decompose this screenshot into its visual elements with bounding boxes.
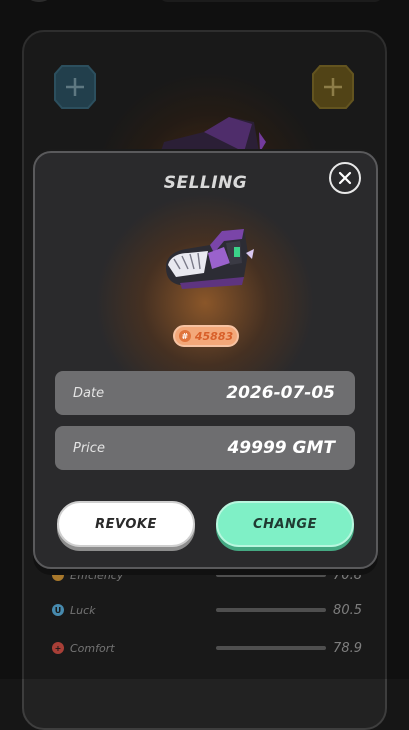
price-field: Price 49999 GMT <box>55 426 355 470</box>
close-button[interactable] <box>329 162 361 194</box>
close-icon <box>338 171 352 185</box>
token-id-badge: # 45883 <box>173 325 239 347</box>
date-label: Date <box>73 385 105 401</box>
revoke-button[interactable]: REVOKE <box>57 501 195 547</box>
price-value: 49999 GMT <box>227 438 335 458</box>
change-button[interactable]: CHANGE <box>216 501 354 547</box>
sneaker-image <box>166 229 254 289</box>
date-field: Date 2026-07-05 <box>55 371 355 415</box>
selling-modal: SELLING # 45883 Date 2026-07-05 Price 49… <box>33 151 378 569</box>
token-id: 45883 <box>194 329 234 343</box>
modal-title: SELLING <box>163 173 248 193</box>
date-value: 2026-07-05 <box>226 383 335 403</box>
hash-icon: # <box>178 330 191 342</box>
price-label: Price <box>73 440 105 456</box>
